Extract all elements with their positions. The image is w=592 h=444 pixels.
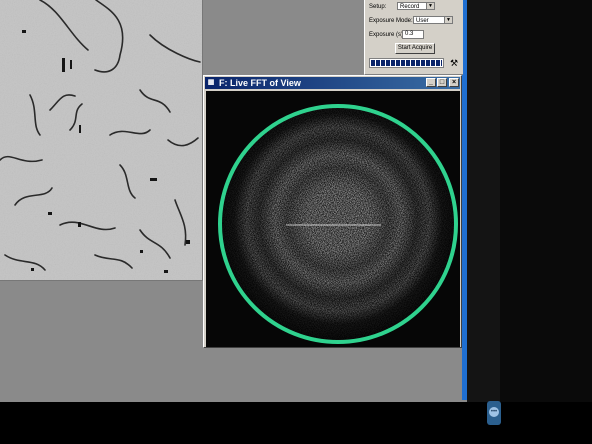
chevron-down-icon[interactable]: ▼ <box>444 17 452 23</box>
fft-window-title: F: Live FFT of View <box>219 78 301 88</box>
micrograph-image <box>0 0 202 280</box>
maximize-button[interactable]: □ <box>437 78 447 87</box>
start-acquire-button[interactable]: Start Acquire <box>395 43 435 54</box>
screen-edge-right <box>500 0 592 444</box>
minimize-button[interactable]: _ <box>426 78 436 87</box>
exposure-input-value: 0.3 <box>405 31 414 37</box>
screen-edge-bottom <box>0 402 592 444</box>
setup-select-value: Record <box>400 4 420 10</box>
fft-power-spectrum <box>206 91 460 347</box>
setup-label: Setup: <box>369 4 387 10</box>
close-button[interactable]: × <box>449 78 459 87</box>
fft-image-view[interactable] <box>206 91 460 347</box>
exposure-mode-select-value: User <box>416 18 429 24</box>
chevron-down-icon[interactable]: ▼ <box>426 3 434 9</box>
window-app-icon[interactable]: ▦ <box>206 78 216 88</box>
hammer-icon[interactable]: ⚒ <box>449 58 459 68</box>
exposure-input[interactable]: 0.3 <box>402 30 424 39</box>
dark-panel-column <box>467 0 500 402</box>
acquisition-panel: Setup: Record ▼ Exposure Mode: User ▼ Ex… <box>364 0 463 75</box>
acquire-progress-bar <box>369 58 444 68</box>
chat-icon[interactable]: ••• <box>487 401 501 425</box>
fft-window-titlebar[interactable]: ▦ F: Live FFT of View _ □ × <box>205 77 460 89</box>
exposure-label: Exposure (s): <box>369 32 405 38</box>
fft-window[interactable]: ▦ F: Live FFT of View _ □ × <box>203 75 462 348</box>
micrograph-image-view[interactable] <box>0 0 203 281</box>
exposure-mode-label: Exposure Mode: <box>369 18 413 24</box>
setup-select[interactable]: Record ▼ <box>397 2 435 10</box>
exposure-mode-select[interactable]: User ▼ <box>413 16 453 24</box>
progress-fill <box>371 60 442 66</box>
